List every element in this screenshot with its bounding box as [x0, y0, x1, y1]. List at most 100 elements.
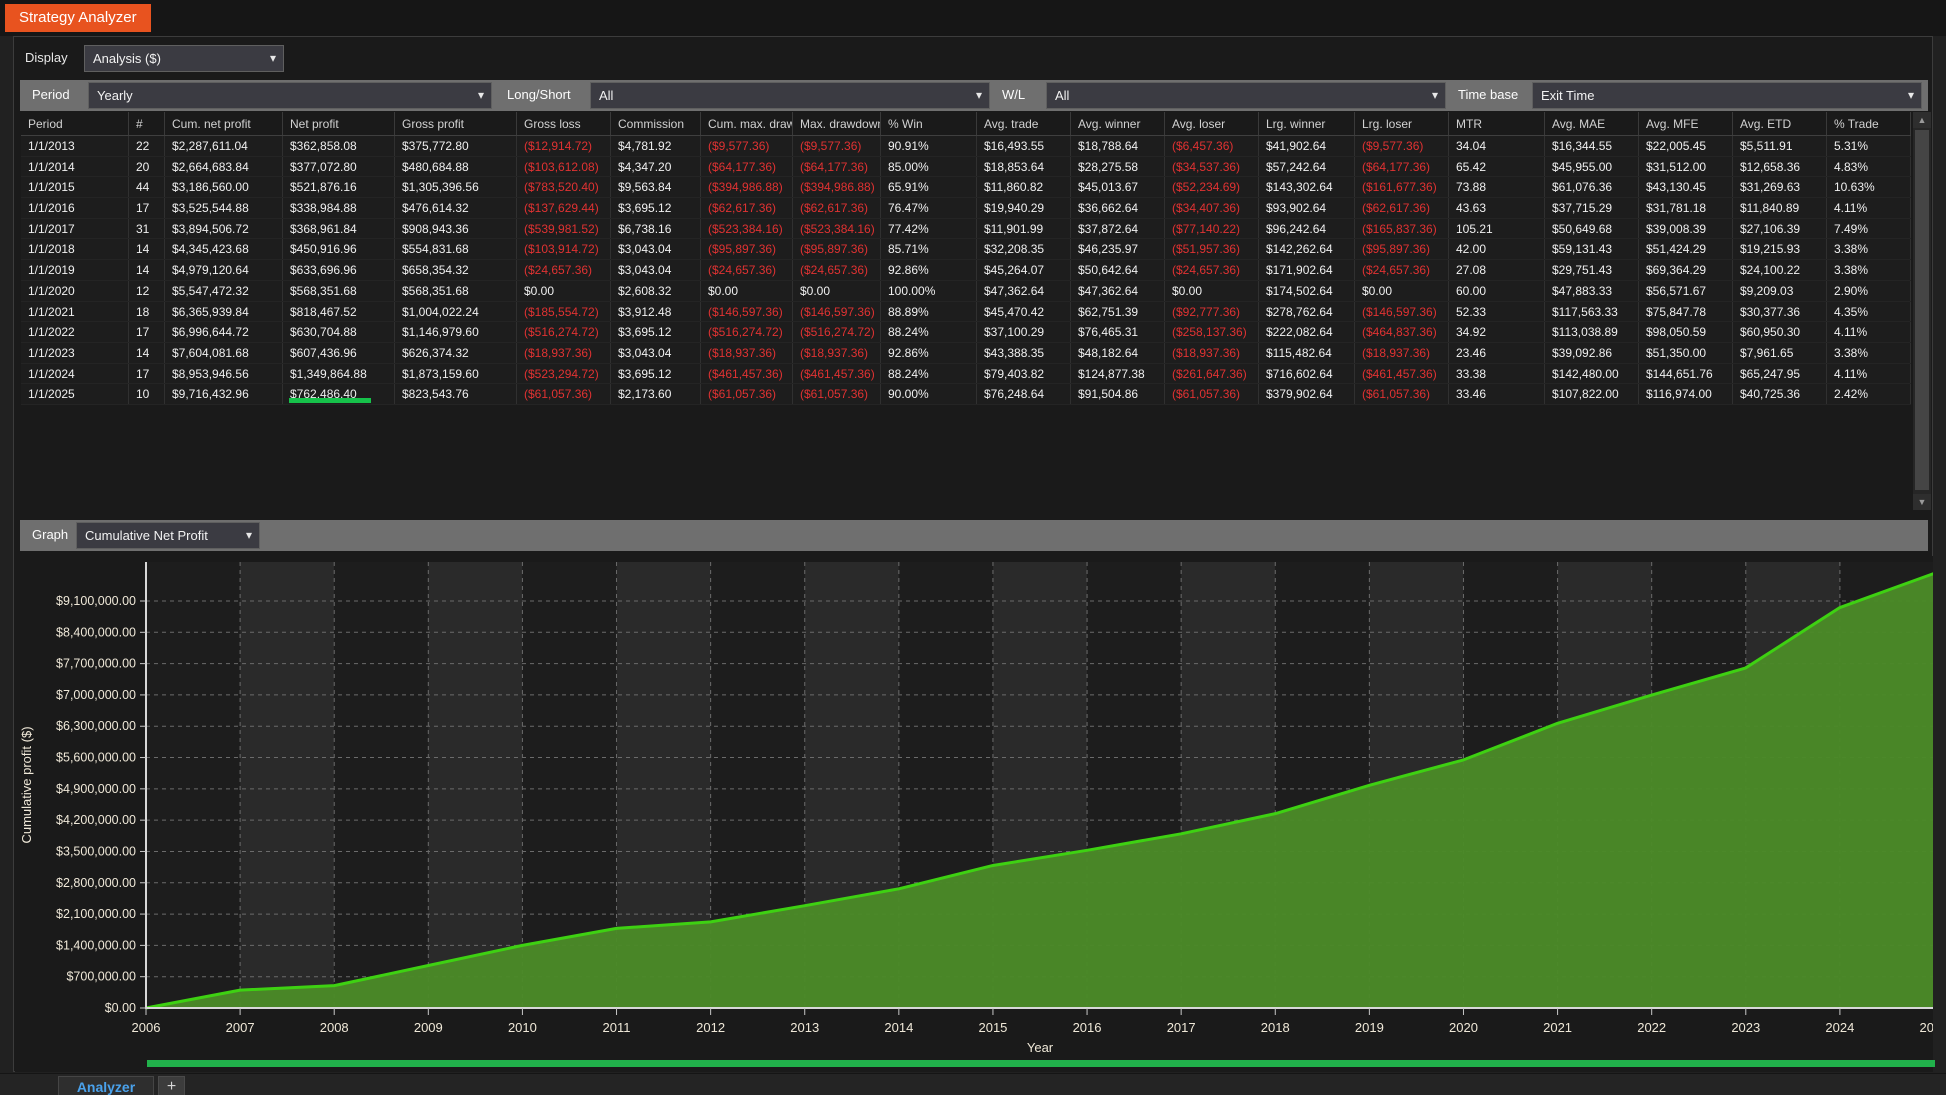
cell: 100.00%: [881, 281, 977, 301]
column-header[interactable]: Max. drawdown: [793, 112, 881, 135]
table-row[interactable]: 1/1/201731$3,894,506.72$368,961.84$908,9…: [21, 219, 1911, 240]
table-row[interactable]: 1/1/202118$6,365,939.84$818,467.52$1,004…: [21, 302, 1911, 323]
cell: 85.00%: [881, 157, 977, 177]
table-row[interactable]: 1/1/202417$8,953,946.56$1,349,864.88$1,8…: [21, 364, 1911, 385]
cell: 17: [129, 322, 165, 342]
cell: $3,894,506.72: [165, 219, 283, 239]
cell: 1/1/2024: [21, 364, 129, 384]
cell: $51,350.00: [1639, 343, 1733, 363]
cell: 14: [129, 343, 165, 363]
table-row[interactable]: 1/1/202314$7,604,081.68$607,436.96$626,3…: [21, 343, 1911, 364]
display-label: Display: [25, 50, 68, 65]
svg-text:2009: 2009: [414, 1020, 443, 1035]
chevron-down-icon: ▾: [1908, 83, 1914, 108]
column-header[interactable]: MTR: [1449, 112, 1545, 135]
column-header[interactable]: Gross profit: [395, 112, 517, 135]
window-top-strip: [0, 0, 1946, 36]
column-header[interactable]: % Win: [881, 112, 977, 135]
display-dropdown[interactable]: Analysis ($) ▾: [84, 45, 284, 72]
chart-horizontal-scrollbar[interactable]: [147, 1060, 1935, 1067]
table-row[interactable]: 1/1/202012$5,547,472.32$568,351.68$568,3…: [21, 281, 1911, 302]
table-row[interactable]: 1/1/201322$2,287,611.04$362,858.08$375,7…: [21, 136, 1911, 157]
cell: $39,008.39: [1639, 219, 1733, 239]
scroll-down-icon[interactable]: ▼: [1913, 494, 1931, 510]
column-header[interactable]: % Trade: [1827, 112, 1911, 135]
column-header[interactable]: Commission: [611, 112, 701, 135]
add-tab-button[interactable]: +: [158, 1076, 185, 1095]
cell: $11,840.89: [1733, 198, 1827, 218]
svg-text:2022: 2022: [1637, 1020, 1666, 1035]
cell: $16,493.55: [977, 136, 1071, 156]
column-header[interactable]: Avg. MAE: [1545, 112, 1639, 135]
cell: ($9,577.36): [1355, 136, 1449, 156]
column-header[interactable]: Period: [21, 112, 129, 135]
svg-text:$4,200,000.00: $4,200,000.00: [56, 813, 136, 827]
cell: $39,092.86: [1545, 343, 1639, 363]
svg-text:$8,400,000.00: $8,400,000.00: [56, 625, 136, 639]
cell: $16,344.55: [1545, 136, 1639, 156]
cell: $47,883.33: [1545, 281, 1639, 301]
tab-analyzer[interactable]: Analyzer: [58, 1076, 154, 1095]
cell: $5,511.91: [1733, 136, 1827, 156]
period-dropdown[interactable]: Yearly ▾: [88, 82, 492, 109]
time-base-dropdown[interactable]: Exit Time ▾: [1532, 82, 1922, 109]
cell: $3,043.04: [611, 260, 701, 280]
table-row[interactable]: 1/1/201814$4,345,423.68$450,916.96$554,8…: [21, 239, 1911, 260]
cell: 1/1/2018: [21, 239, 129, 259]
table-row[interactable]: 1/1/201420$2,664,683.84$377,072.80$480,6…: [21, 157, 1911, 178]
cell: 2.90%: [1827, 281, 1911, 301]
table-row[interactable]: 1/1/202217$6,996,644.72$630,704.88$1,146…: [21, 322, 1911, 343]
cell: 88.24%: [881, 364, 977, 384]
cell: 4.35%: [1827, 302, 1911, 322]
cell: ($64,177.36): [1355, 157, 1449, 177]
cell: $9,563.84: [611, 177, 701, 197]
cell: $450,916.96: [283, 239, 395, 259]
cell: 4.11%: [1827, 198, 1911, 218]
cell: $0.00: [1165, 281, 1259, 301]
column-header[interactable]: Net profit: [283, 112, 395, 135]
wl-dropdown[interactable]: All ▾: [1046, 82, 1446, 109]
column-header[interactable]: Lrg. winner: [1259, 112, 1355, 135]
cell: 42.00: [1449, 239, 1545, 259]
svg-text:2014: 2014: [884, 1020, 913, 1035]
cell: 12: [129, 281, 165, 301]
cell: 27.08: [1449, 260, 1545, 280]
column-header[interactable]: Avg. MFE: [1639, 112, 1733, 135]
cell: $46,235.97: [1071, 239, 1165, 259]
cell: ($165,837.36): [1355, 219, 1449, 239]
cell: $521,876.16: [283, 177, 395, 197]
cell: 31: [129, 219, 165, 239]
graph-type-dropdown[interactable]: Cumulative Net Profit ▾: [76, 522, 260, 549]
table-row[interactable]: 1/1/201544$3,186,560.00$521,876.16$1,305…: [21, 177, 1911, 198]
chevron-down-icon: ▾: [478, 83, 484, 108]
table-row[interactable]: 1/1/202510$9,716,432.96$762,486.40$823,5…: [21, 384, 1911, 405]
cell: 14: [129, 260, 165, 280]
window-title-tab[interactable]: Strategy Analyzer: [5, 4, 151, 32]
column-header[interactable]: Lrg. loser: [1355, 112, 1449, 135]
column-header[interactable]: Cum. max. drawdown: [701, 112, 793, 135]
cell: $658,354.32: [395, 260, 517, 280]
cell: $69,364.29: [1639, 260, 1733, 280]
table-row[interactable]: 1/1/201617$3,525,544.88$338,984.88$476,6…: [21, 198, 1911, 219]
cell: ($12,914.72): [517, 136, 611, 156]
cell: $2,287,611.04: [165, 136, 283, 156]
scroll-up-icon[interactable]: ▲: [1913, 112, 1931, 128]
column-header[interactable]: Gross loss: [517, 112, 611, 135]
svg-text:2025: 2025: [1920, 1020, 1933, 1035]
column-header[interactable]: Cum. net profit: [165, 112, 283, 135]
table-vertical-scrollbar[interactable]: ▲ ▼: [1913, 112, 1931, 510]
cell: ($62,617.36): [701, 198, 793, 218]
long-short-dropdown[interactable]: All ▾: [590, 82, 990, 109]
column-header[interactable]: Avg. trade: [977, 112, 1071, 135]
column-header[interactable]: Avg. winner: [1071, 112, 1165, 135]
column-header[interactable]: #: [129, 112, 165, 135]
table-row[interactable]: 1/1/201914$4,979,120.64$633,696.96$658,3…: [21, 260, 1911, 281]
svg-text:2020: 2020: [1449, 1020, 1478, 1035]
cell: $117,563.33: [1545, 302, 1639, 322]
cell: $45,013.67: [1071, 177, 1165, 197]
scrollbar-thumb[interactable]: [1915, 130, 1929, 490]
column-header[interactable]: Avg. loser: [1165, 112, 1259, 135]
cell: ($34,537.36): [1165, 157, 1259, 177]
cell: $36,662.64: [1071, 198, 1165, 218]
column-header[interactable]: Avg. ETD: [1733, 112, 1827, 135]
